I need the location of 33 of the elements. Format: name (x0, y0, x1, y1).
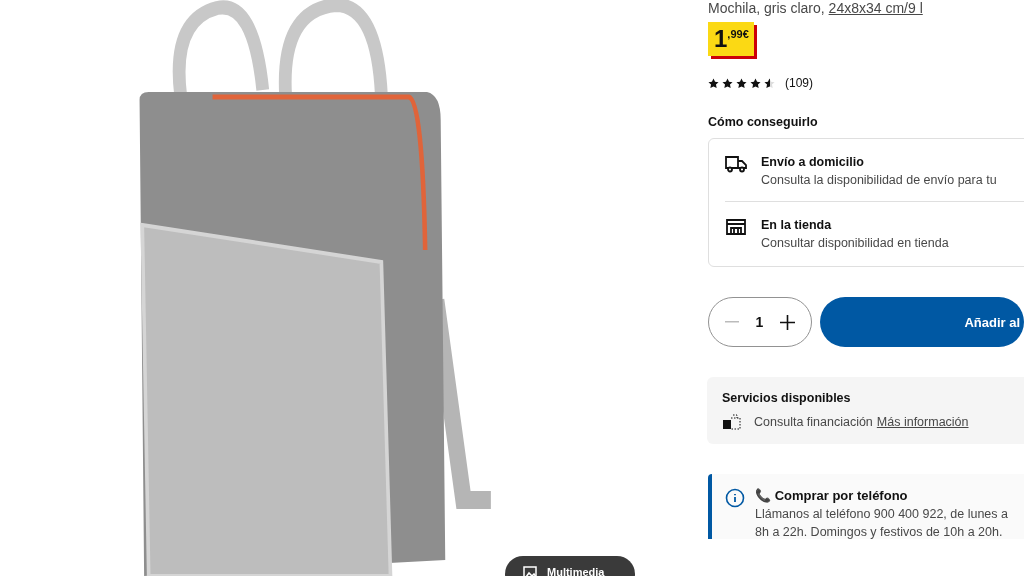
financing-text: Consulta financiación Más información (754, 415, 969, 429)
minus-icon (725, 321, 740, 323)
services-title: Servicios disponibles (722, 391, 852, 405)
phone-text: 8h a 22h. Domingos y festivos de 10h a 20h. (755, 525, 1004, 539)
star-icon (750, 77, 761, 89)
star-icon (708, 77, 719, 89)
star-icon (736, 77, 747, 89)
star-icon (764, 77, 775, 89)
star-icon (722, 77, 733, 89)
section-heading: Cómo conseguirlo (708, 115, 819, 129)
size-link[interactable]: 24x8x34 cm/9 l (828, 0, 923, 16)
option-text: Consulta la disponibilidad de envío para tu (761, 173, 997, 187)
increase-button[interactable] (779, 314, 795, 330)
review-count[interactable]: (109) (785, 76, 813, 90)
quantity-stepper[interactable]: 1 (708, 297, 812, 347)
phone-text: Llámanos al teléfono 900 400 922, de lunes a (755, 507, 1008, 521)
option-text: Consultar disponibilidad en tienda (761, 236, 949, 250)
wallet-icon (722, 414, 742, 430)
store-icon (725, 218, 747, 236)
option-title: Envío a domicilio (761, 155, 865, 169)
quantity-value: 1 (755, 314, 764, 330)
phone-title: 📞 Comprar por teléfono (755, 488, 909, 503)
plus-icon (779, 314, 795, 330)
info-icon (725, 488, 745, 508)
add-to-cart-button[interactable]: Añadir al (819, 297, 1024, 347)
image-icon (523, 566, 539, 576)
delivery-option[interactable]: En la tienda Consultar disponibilidad en tienda (725, 202, 1024, 266)
option-title: En la tienda (761, 218, 833, 232)
delivery-option[interactable]: Envío a domicilio Consulta la disponibilidad de envío para tu (725, 139, 1024, 202)
more-info-link[interactable]: Más información (876, 415, 969, 429)
truck-icon (725, 155, 747, 173)
product-description: Mochila, gris claro, 24x8x34 cm/9 l (708, 0, 924, 16)
multimedia-button[interactable]: Multimedia (505, 556, 635, 576)
